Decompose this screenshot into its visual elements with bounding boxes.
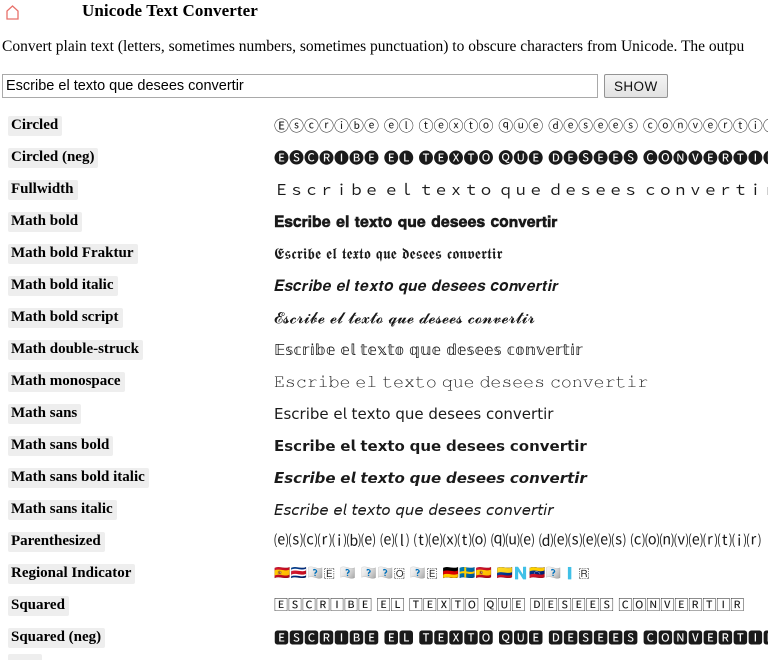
result-row-label: Regional Indicator	[8, 564, 136, 584]
result-row-value[interactable]: ⒠⒮⒞⒭⒤⒝⒠ ⒠⒧ ⒯⒠⒳⒯⒪ ⒬⒰⒠ ⒟⒠⒮⒠⒠⒮ ⒞⒪⒩⒱⒠⒭⒯⒤⒭	[274, 526, 761, 558]
result-row-label: Squared (neg)	[8, 628, 106, 648]
result-row-value[interactable]: 𝐄𝐬𝐜𝐫𝐢𝐛𝐞 𝐞𝐥 𝐭𝐞𝐱𝐭𝐨 𝐪𝐮𝐞 𝐝𝐞𝐬𝐞𝐞𝐬 𝐜𝐨𝐧𝐯𝐞𝐫𝐭𝐢𝐫	[274, 206, 557, 238]
result-row-label: Math bold italic	[8, 276, 118, 296]
result-row-label: Math bold script	[8, 308, 123, 328]
result-row: Fullwidth Ｅｓｃｒｉｂｅ ｅｌ ｔｅｘｔｏ ｑｕｅ ｄｅｓｅｅｓ ｃｏｎ…	[0, 174, 768, 206]
result-row: Math bold italic 𝑬𝒔𝒄𝒓𝒊𝒃𝒆 𝒆𝒍 𝒕𝒆𝒙𝒕𝒐 𝒒𝒖𝒆 𝒅𝒆𝒔…	[0, 270, 768, 302]
result-row: Parenthesized ⒠⒮⒞⒭⒤⒝⒠ ⒠⒧ ⒯⒠⒳⒯⒪ ⒬⒰⒠ ⒟⒠⒮⒠⒠⒮…	[0, 526, 768, 558]
partial-next-row	[0, 652, 768, 660]
result-row-value[interactable]: 𝕰𝖘𝖈𝖗𝖎𝖇𝖊 𝖊𝖑 𝖙𝖊𝖝𝖙𝖔 𝖖𝖚𝖊 𝖉𝖊𝖘𝖊𝖊𝖘 𝖈𝖔𝖓𝖛𝖊𝖗𝖙𝖎𝖗	[274, 238, 503, 270]
result-row-label: Circled (neg)	[8, 148, 99, 168]
result-row-value[interactable]: 𝙴𝚜𝚌𝚛𝚒𝚋𝚎 𝚎𝚕 𝚝𝚎𝚡𝚝𝚘 𝚚𝚞𝚎 𝚍𝚎𝚜𝚎𝚎𝚜 𝚌𝚘𝚗𝚟𝚎𝚛𝚝𝚒𝚛	[274, 366, 648, 398]
result-row: Squared (neg) 🅴🆂🅲🆁🅸🅱🅴 🅴🅻 🆃🅴🆇🆃🅾 🆀🆄🅴 🅳🅴🆂🅴🅴🆂…	[0, 622, 768, 654]
result-row-label: Math bold Fraktur	[8, 244, 138, 264]
result-row-value[interactable]: 𝙀𝙨𝙘𝙧𝙞𝙗𝙚 𝙚𝙡 𝙩𝙚𝙭𝙩𝙤 𝙦𝙪𝙚 𝙙𝙚𝙨𝙚𝙚𝙨 𝙘𝙤𝙣𝙫𝙚𝙧𝙩𝙞𝙧	[274, 462, 587, 494]
result-row: Math sans 𝖤𝗌𝖼𝗋𝗂𝖻𝖾 𝖾𝗅 𝗍𝖾𝗑𝗍𝗈 𝗊𝗎𝖾 𝖽𝖾𝗌𝖾𝖾𝗌 𝖼𝗈𝗇…	[0, 398, 768, 430]
result-row: Math monospace 𝙴𝚜𝚌𝚛𝚒𝚋𝚎 𝚎𝚕 𝚝𝚎𝚡𝚝𝚘 𝚚𝚞𝚎 𝚍𝚎𝚜𝚎𝚎…	[0, 366, 768, 398]
result-row-value[interactable]: 𝔼𝕤𝕔𝕣𝕚𝕓𝕖 𝕖𝕝 𝕥𝕖𝕩𝕥𝕠 𝕢𝕦𝕖 𝕕𝕖𝕤𝕖𝕖𝕤 𝕔𝕠𝕟𝕧𝕖𝕣𝕥𝕚𝕣	[274, 334, 583, 366]
result-row-label: Math double-struck	[8, 340, 143, 360]
result-row: Math sans bold italic 𝙀𝙨𝙘𝙧𝙞𝙗𝙚 𝙚𝙡 𝙩𝙚𝙭𝙩𝙤 𝙦𝙪…	[0, 462, 768, 494]
result-row: Math sans italic 𝘌𝘴𝘤𝘳𝘪𝘣𝘦 𝘦𝘭 𝘵𝘦𝘹𝘵𝘰 𝘲𝘶𝘦 𝘥𝘦𝘴…	[0, 494, 768, 526]
result-row-value[interactable]: 𝑬𝒔𝒄𝒓𝒊𝒃𝒆 𝒆𝒍 𝒕𝒆𝒙𝒕𝒐 𝒒𝒖𝒆 𝒅𝒆𝒔𝒆𝒆𝒔 𝒄𝒐𝒏𝒗𝒆𝒓𝒕𝒊𝒓	[274, 270, 559, 302]
result-row-label: Math sans bold italic	[8, 468, 149, 488]
show-button[interactable]: SHOW	[604, 74, 668, 98]
result-row: Squared 🄴🅂🄲🅁🄸🄱🄴 🄴🄻 🅃🄴🅇🅃🄾 🅀🅄🄴 🄳🄴🅂🄴🄴🅂 🄲🄾🄽🅅🄴…	[0, 590, 768, 622]
result-row-label: Math sans	[8, 404, 82, 424]
text-input[interactable]	[2, 74, 598, 98]
result-row-value[interactable]: 𝓔𝓼𝓬𝓻𝓲𝓫𝓮 𝓮𝓵 𝓽𝓮𝔁𝓽𝓸 𝓺𝓾𝓮 𝓭𝓮𝓼𝓮𝓮𝓼 𝓬𝓸𝓷𝓿𝓮𝓻𝓽𝓲𝓻	[274, 302, 535, 334]
result-row-value[interactable]: Ｅｓｃｒｉｂｅ ｅｌ ｔｅｘｔｏ ｑｕｅ ｄｅｓｅｅｓ ｃｏｎｖｅｒｔｉｒ	[274, 174, 768, 206]
converter-form: SHOW	[2, 74, 668, 98]
result-row: Math bold script 𝓔𝓼𝓬𝓻𝓲𝓫𝓮 𝓮𝓵 𝓽𝓮𝔁𝓽𝓸 𝓺𝓾𝓮 𝓭𝓮𝓼…	[0, 302, 768, 334]
partial-row-label	[8, 654, 42, 660]
result-row-label: Parenthesized	[8, 532, 105, 552]
home-icon[interactable]	[6, 5, 19, 20]
results-list: Circled Ⓔⓢⓒⓡⓘⓑⓔ ⓔⓛ ⓣⓔⓧⓣⓞ ⓠⓤⓔ ⓓⓔⓢⓔⓔⓢ ⓒⓞⓝⓥⓔ…	[0, 110, 768, 654]
result-row-label: Math sans italic	[8, 500, 117, 520]
result-row: Math bold Fraktur 𝕰𝖘𝖈𝖗𝖎𝖇𝖊 𝖊𝖑 𝖙𝖊𝖝𝖙𝖔 𝖖𝖚𝖊 𝖉𝖊…	[0, 238, 768, 270]
result-row-value[interactable]: 𝗘𝘀𝗰𝗿𝗶𝗯𝗲 𝗲𝗹 𝘁𝗲𝘅𝘁𝗼 𝗾𝘂𝗲 𝗱𝗲𝘀𝗲𝗲𝘀 𝗰𝗼𝗻𝘃𝗲𝗿𝘁𝗶𝗿	[274, 430, 587, 462]
result-row-value[interactable]: 🄴🅂🄲🅁🄸🄱🄴 🄴🄻 🅃🄴🅇🅃🄾 🅀🅄🄴 🄳🄴🅂🄴🄴🅂 🄲🄾🄽🅅🄴🅁🅃🄸🅁	[274, 590, 744, 622]
page-header: Unicode Text Converter	[0, 0, 768, 30]
result-row: Math double-struck 𝔼𝕤𝕔𝕣𝕚𝕓𝕖 𝕖𝕝 𝕥𝕖𝕩𝕥𝕠 𝕢𝕦𝕖 𝕕…	[0, 334, 768, 366]
result-row-value[interactable]: Ⓔⓢⓒⓡⓘⓑⓔ ⓔⓛ ⓣⓔⓧⓣⓞ ⓠⓤⓔ ⓓⓔⓢⓔⓔⓢ ⓒⓞⓝⓥⓔⓡⓣⓘⓡ	[274, 110, 768, 142]
result-row-value[interactable]: 𝘌𝘴𝘤𝘳𝘪𝘣𝘦 𝘦𝘭 𝘵𝘦𝘹𝘵𝘰 𝘲𝘶𝘦 𝘥𝘦𝘴𝘦𝘦𝘴 𝘤𝘰𝘯𝘷𝘦𝘳𝘵𝘪𝘳	[274, 494, 553, 526]
result-row-value[interactable]: 🇪🇸🇨🇷🇮🇧🇪 🇪🇱 🇹🇪🇽🇹🇴 🇶🇺🇪 🇩🇪🇸🇪🇪🇸 🇨🇴🇳🇻🇪🇷🇹🇮🇷	[274, 558, 590, 590]
result-row: Math sans bold 𝗘𝘀𝗰𝗿𝗶𝗯𝗲 𝗲𝗹 𝘁𝗲𝘅𝘁𝗼 𝗾𝘂𝗲 𝗱𝗲𝘀𝗲𝗲…	[0, 430, 768, 462]
result-row-label: Math sans bold	[8, 436, 114, 456]
result-row: Regional Indicator 🇪🇸🇨🇷🇮🇧🇪 🇪🇱 🇹🇪🇽🇹🇴 🇶🇺🇪 🇩…	[0, 558, 768, 590]
result-row-label: Circled	[8, 116, 63, 136]
result-row-value[interactable]: 🅔🅢🅒🅡🅘🅑🅔 🅔🅛 🅣🅔🅧🅣🅞 🅠🅤🅔 🅓🅔🅢🅔🅔🅢 🅒🅞🅝🅥🅔🅡🅣🅘🅡	[274, 142, 768, 174]
result-row-label: Math bold	[8, 212, 83, 232]
result-row-label: Math monospace	[8, 372, 125, 392]
intro-paragraph: Convert plain text (letters, sometimes n…	[2, 38, 745, 55]
result-row: Circled Ⓔⓢⓒⓡⓘⓑⓔ ⓔⓛ ⓣⓔⓧⓣⓞ ⓠⓤⓔ ⓓⓔⓢⓔⓔⓢ ⓒⓞⓝⓥⓔ…	[0, 110, 768, 142]
result-row: Math bold 𝐄𝐬𝐜𝐫𝐢𝐛𝐞 𝐞𝐥 𝐭𝐞𝐱𝐭𝐨 𝐪𝐮𝐞 𝐝𝐞𝐬𝐞𝐞𝐬 𝐜𝐨𝐧…	[0, 206, 768, 238]
result-row-label: Fullwidth	[8, 180, 78, 200]
page-title: Unicode Text Converter	[82, 1, 258, 20]
result-row: Circled (neg) 🅔🅢🅒🅡🅘🅑🅔 🅔🅛 🅣🅔🅧🅣🅞 🅠🅤🅔 🅓🅔🅢🅔🅔🅢…	[0, 142, 768, 174]
result-row-value[interactable]: 𝖤𝗌𝖼𝗋𝗂𝖻𝖾 𝖾𝗅 𝗍𝖾𝗑𝗍𝗈 𝗊𝗎𝖾 𝖽𝖾𝗌𝖾𝖾𝗌 𝖼𝗈𝗇𝗏𝖾𝗋𝗍𝗂𝗋	[274, 398, 553, 430]
result-row-value[interactable]: 🅴🆂🅲🆁🅸🅱🅴 🅴🅻 🆃🅴🆇🆃🅾 🆀🆄🅴 🅳🅴🆂🅴🅴🆂 🅲🅾🅽🆅🅴🆁🆃🅸🆁	[274, 622, 768, 654]
result-row-label: Squared	[8, 596, 69, 616]
